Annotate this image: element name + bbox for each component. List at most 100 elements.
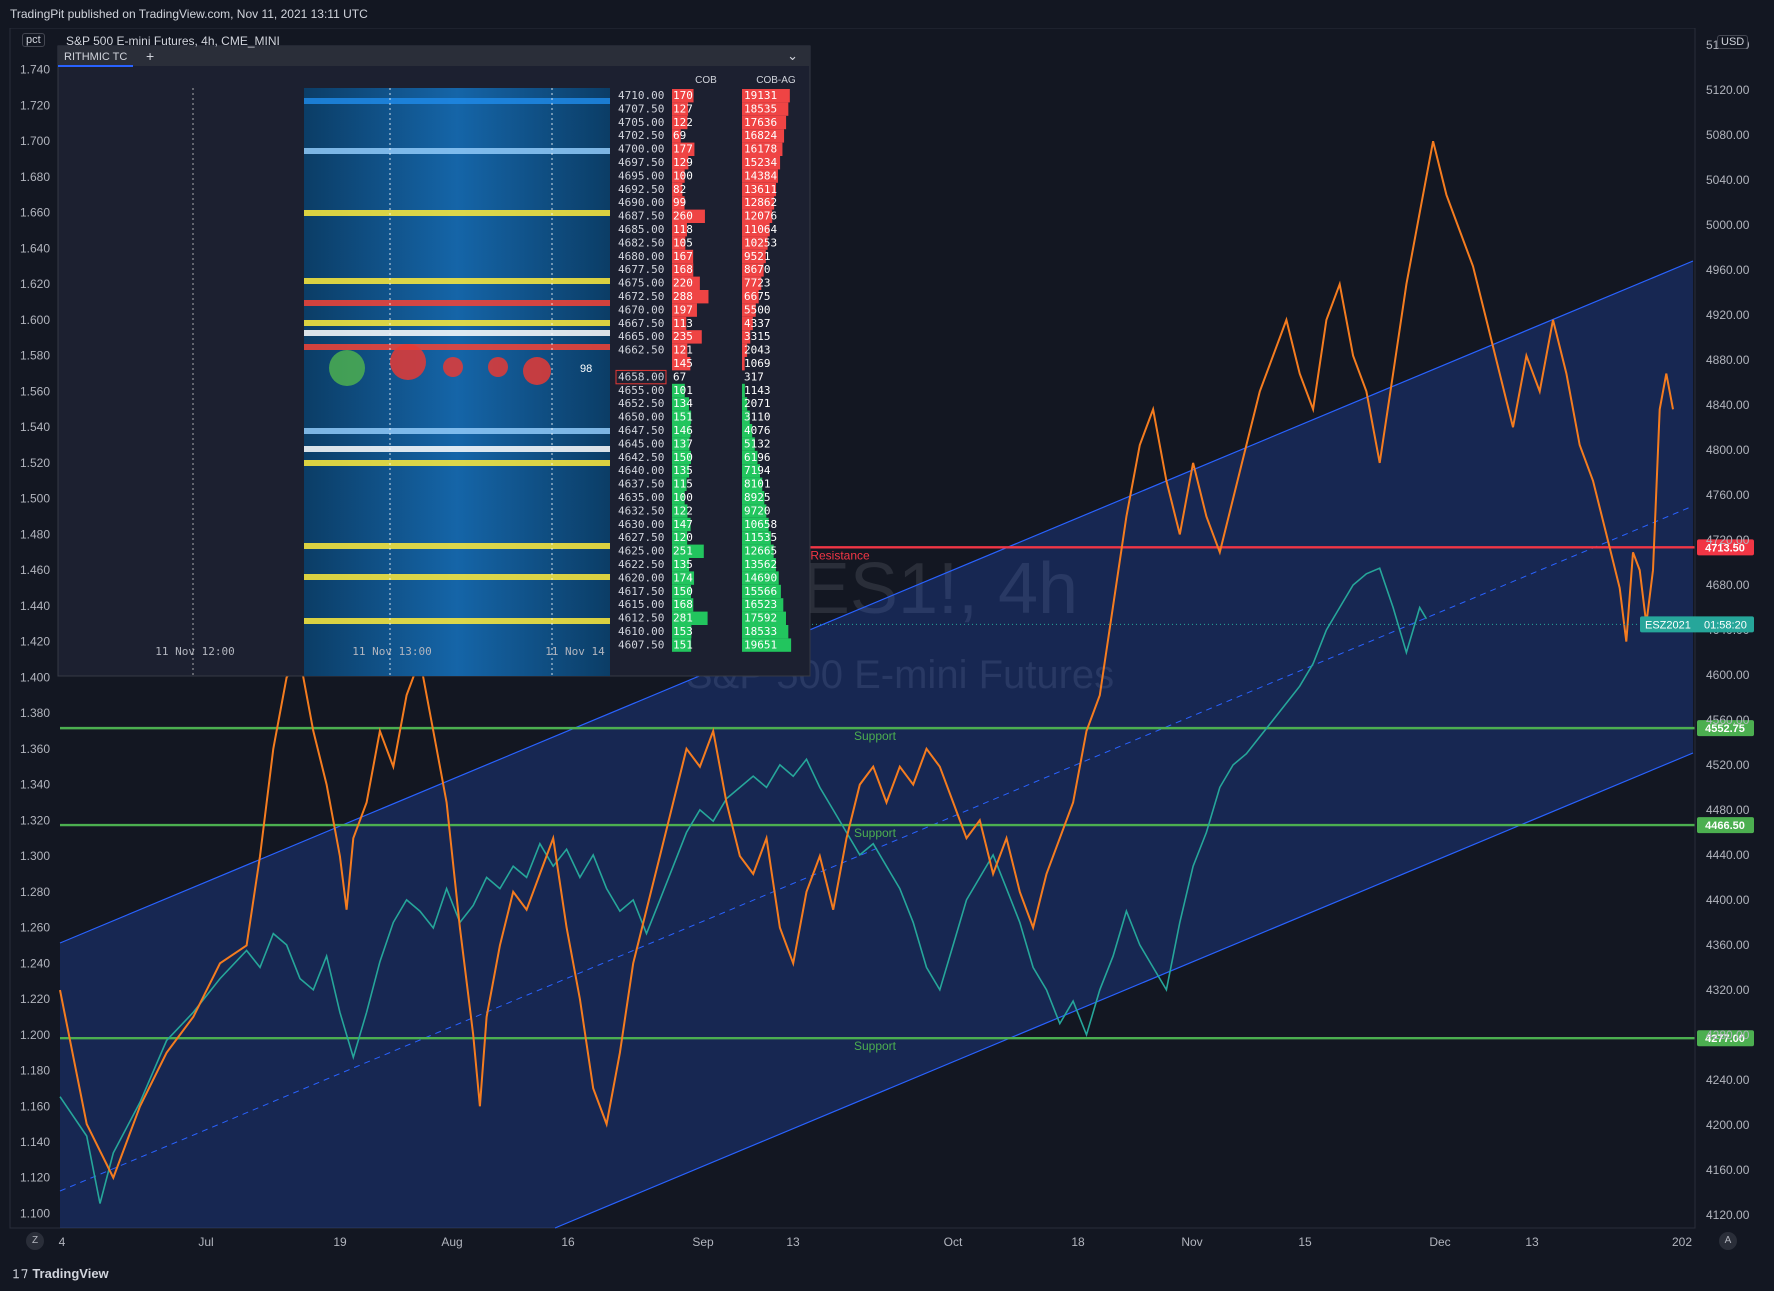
- percent-scale-button[interactable]: pct: [22, 33, 45, 47]
- ob-current-cobag: 317: [744, 370, 764, 383]
- ob-cobag: 15234: [744, 156, 777, 169]
- level-label-4: Support: [854, 1039, 897, 1053]
- ob-cobag: 12862: [744, 196, 777, 209]
- ob-cob: 120: [673, 531, 693, 544]
- ob-price: 4622.50: [618, 558, 664, 571]
- ob-cob: 174: [673, 571, 693, 584]
- ob-cob: 147: [673, 518, 693, 531]
- symbol-title[interactable]: S&P 500 E-mini Futures, 4h, CME_MINI: [66, 34, 280, 48]
- left-tick-label: 1.660: [20, 206, 50, 220]
- right-tick-label: 4360.00: [1706, 938, 1750, 952]
- ob-price: 4680.00: [618, 250, 664, 263]
- heatmap-band: [304, 428, 610, 434]
- ob-price: 4667.50: [618, 317, 664, 330]
- heatmap-band: [304, 278, 610, 284]
- ob-cob: 150: [673, 585, 693, 598]
- ob-cob: 177: [673, 143, 693, 156]
- ob-price: 4627.50: [618, 531, 664, 544]
- left-tick-label: 1.260: [20, 921, 50, 935]
- ob-cobag: 1069: [744, 357, 771, 370]
- ob-cob: 129: [673, 156, 693, 169]
- x-tick-label: 13: [1525, 1235, 1539, 1249]
- ob-price: 4682.50: [618, 236, 664, 249]
- left-tick-label: 1.620: [20, 277, 50, 291]
- left-tick-label: 1.180: [20, 1064, 50, 1078]
- x-tick-label: Sep: [692, 1235, 714, 1249]
- ob-cobag: 16523: [744, 598, 777, 611]
- ob-cobag: 9521: [744, 250, 771, 263]
- left-tick-label: 1.540: [20, 420, 50, 434]
- ob-cobag: 13562: [744, 558, 777, 571]
- ob-cob: 235: [673, 330, 693, 343]
- left-tick-label: 1.300: [20, 849, 50, 863]
- right-tick-label: 4800.00: [1706, 443, 1750, 457]
- right-tick-label: 4280.00: [1706, 1028, 1750, 1042]
- col-cobag-header: COB-AG: [756, 75, 796, 86]
- panel-time-label: 11 Nov 12:00: [155, 645, 234, 658]
- ob-cobag: 4337: [744, 317, 771, 330]
- ob-cob: 100: [673, 491, 693, 504]
- left-tick-label: 1.500: [20, 492, 50, 506]
- heatmap-band: [304, 98, 610, 104]
- right-tick-label: 4760.00: [1706, 488, 1750, 502]
- ob-price: 4695.00: [618, 169, 664, 182]
- panel-tab[interactable]: RITHMIC TC: [64, 51, 127, 63]
- ob-cobag: 18533: [744, 625, 777, 638]
- trade-bubble: [488, 357, 508, 377]
- reset-zoom-button[interactable]: Z: [26, 1232, 44, 1250]
- ob-cobag: 13611: [744, 183, 777, 196]
- ob-cob: 127: [673, 102, 693, 115]
- level-badge-text-3: 4466.50: [1705, 820, 1745, 832]
- x-tick-label: Dec: [1429, 1235, 1450, 1249]
- panel-add-tab[interactable]: +: [146, 48, 154, 64]
- ob-price: 4685.00: [618, 223, 664, 236]
- heatmap-band: [304, 460, 610, 466]
- ob-cobag: 3315: [744, 330, 771, 343]
- level-label-1: Resistance: [810, 548, 870, 562]
- ob-current-cob: 67: [673, 370, 686, 383]
- main-chart[interactable]: ES1!, 4h S&P 500 E-mini Futures Resistan…: [0, 28, 1774, 1256]
- heatmap-band: [304, 574, 610, 580]
- ob-cobag: 7194: [744, 464, 771, 477]
- ob-price: 4607.50: [618, 638, 664, 651]
- right-tick-label: 4120.00: [1706, 1208, 1750, 1222]
- right-tick-label: 4920.00: [1706, 308, 1750, 322]
- ob-cobag: 3110: [744, 411, 771, 424]
- ob-price: 4700.00: [618, 143, 664, 156]
- panel-collapse[interactable]: ⌄: [787, 48, 798, 63]
- ob-cobag: 7723: [744, 277, 771, 290]
- ob-cobag: 17636: [744, 116, 777, 129]
- trade-bubble: [329, 350, 365, 386]
- right-tick-label: 4960.00: [1706, 263, 1750, 277]
- currency-button[interactable]: USD: [1717, 35, 1749, 49]
- x-tick-label: 202: [1672, 1235, 1692, 1249]
- left-tick-label: 1.120: [20, 1171, 50, 1185]
- ob-price: 4645.00: [618, 437, 664, 450]
- right-tick-label: 4160.00: [1706, 1163, 1750, 1177]
- ob-cobag: 5132: [744, 437, 771, 450]
- ob-cobag: 12076: [744, 210, 777, 223]
- ob-price: 4642.50: [618, 451, 664, 464]
- left-tick-label: 1.320: [20, 813, 50, 827]
- ob-cobag: 15566: [744, 585, 777, 598]
- ob-cob: 121: [673, 344, 693, 357]
- left-tick-label: 1.220: [20, 992, 50, 1006]
- ob-cob: 101: [673, 384, 693, 397]
- auto-scale-button[interactable]: A: [1719, 1232, 1737, 1250]
- tradingview-brand: TradingView: [32, 1266, 109, 1281]
- ob-cobag: 9720: [744, 504, 771, 517]
- ob-cob: 100: [673, 169, 693, 182]
- left-tick-label: 1.380: [20, 706, 50, 720]
- order-book-panel[interactable]: RITHMIC TC + ⌄ 98 11 Nov 12:00 11 Nov 13:00 11…: [57, 45, 811, 677]
- ob-cobag: 11064: [744, 223, 777, 236]
- ob-price: 4702.50: [618, 129, 664, 142]
- ob-cobag: 14690: [744, 571, 777, 584]
- left-tick-label: 1.460: [20, 563, 50, 577]
- footer-bar: 𝟷𝟽 TradingView: [0, 1256, 1774, 1291]
- ob-cobag: 4076: [744, 424, 771, 437]
- ob-current-price: 4658.00: [618, 370, 664, 383]
- heatmap-price-marker: 98: [580, 363, 592, 375]
- left-tick-label: 1.440: [20, 599, 50, 613]
- heatmap-band: [304, 210, 610, 216]
- ob-cob: 220: [673, 277, 693, 290]
